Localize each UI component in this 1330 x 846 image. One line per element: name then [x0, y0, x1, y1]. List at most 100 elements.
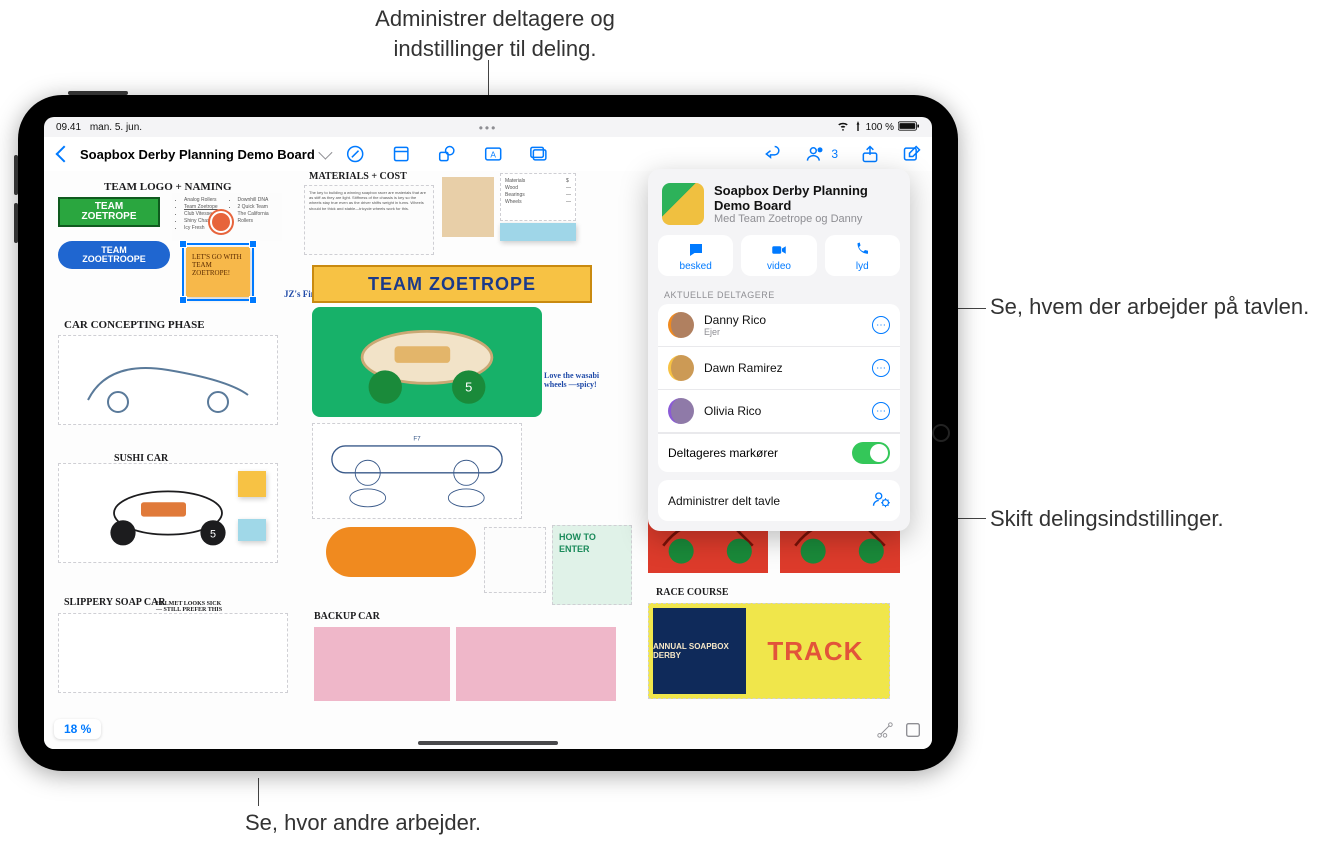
- popover-title: Soapbox Derby Planning Demo Board: [714, 183, 896, 213]
- zoom-indicator[interactable]: 18 %: [54, 719, 101, 739]
- svg-text:5: 5: [210, 528, 216, 540]
- sushi-sticky-yellow[interactable]: [238, 471, 266, 497]
- minimap-button[interactable]: [904, 721, 922, 739]
- participants-list: Danny Rico Ejer ⋯ Dawn Ramirez ⋯ Olivia …: [658, 304, 900, 472]
- cursors-toggle[interactable]: [852, 442, 890, 464]
- media-tool-button[interactable]: [529, 144, 549, 164]
- text-tool-button[interactable]: A: [483, 144, 503, 164]
- participant-name: Dawn Ramirez: [704, 361, 862, 375]
- manage-shared-board-button[interactable]: Administrer delt tavle: [658, 480, 900, 521]
- backup-label: BACKUP CAR: [314, 611, 380, 622]
- home-indicator[interactable]: [418, 741, 558, 745]
- share-button[interactable]: [860, 144, 880, 164]
- concept-sketch-1[interactable]: [58, 335, 278, 425]
- backup-photo-1[interactable]: [314, 627, 450, 701]
- cost-sticky[interactable]: [500, 223, 576, 241]
- more-options-button[interactable]: ⋯: [872, 402, 890, 420]
- callout-right-2: Skift delingsindstillinger.: [990, 504, 1310, 534]
- popover-subtitle: Med Team Zoetrope og Danny: [714, 213, 896, 225]
- participant-cursor-indicator[interactable]: [210, 211, 232, 233]
- status-bar: 09.41 man. 5. jun. ••• 100 %: [44, 117, 932, 137]
- standards-note[interactable]: [484, 527, 546, 593]
- slippery-label: SLIPPERY SOAP CAR: [64, 597, 166, 608]
- manage-label: Administrer delt tavle: [668, 494, 780, 508]
- ipad-screen: 09.41 man. 5. jun. ••• 100 %: [44, 117, 932, 749]
- cursors-label: Deltageres markører: [668, 446, 778, 460]
- team-logo-green[interactable]: TEAMZOETROPE: [58, 197, 160, 227]
- volume-button: [14, 155, 18, 195]
- sticky-note[interactable]: LET'S GO WITH TEAM ZOETROPE!: [186, 247, 250, 297]
- multitask-handle-icon[interactable]: •••: [479, 121, 498, 135]
- svg-text:A: A: [490, 149, 496, 159]
- volume-button: [14, 203, 18, 243]
- soap-sketch[interactable]: [58, 613, 288, 693]
- backup-photo-2[interactable]: [456, 627, 616, 701]
- battery-full-icon: [898, 121, 920, 134]
- connector-tool-button[interactable]: [876, 721, 894, 739]
- collaboration-popover: Soapbox Derby Planning Demo Board Med Te…: [648, 169, 910, 531]
- pen-tool-button[interactable]: [345, 144, 365, 164]
- new-board-button[interactable]: [902, 144, 922, 164]
- svg-text:F7: F7: [413, 436, 421, 443]
- heading-logo-naming: TEAM LOGO + NAMING: [104, 181, 232, 193]
- materials-note[interactable]: The key to building a winning soapbox ra…: [304, 185, 434, 255]
- team-banner[interactable]: TEAM ZOETROPE: [312, 265, 592, 303]
- render-3d[interactable]: 5: [312, 307, 542, 417]
- canvas-mini-tools: [876, 721, 922, 739]
- heading-concept: CAR CONCEPTING PHASE: [64, 319, 205, 331]
- board-thumbnail: [662, 183, 704, 225]
- message-button[interactable]: besked: [658, 235, 733, 276]
- callout-right-1: Se, hvem der arbejder på tavlen.: [990, 292, 1310, 322]
- ipad-frame: 09.41 man. 5. jun. ••• 100 %: [18, 95, 958, 771]
- sticky-tool-button[interactable]: [391, 144, 411, 164]
- audio-button[interactable]: lyd: [825, 235, 900, 276]
- status-time: 09.41: [56, 122, 81, 133]
- collaborator-count: 3: [831, 147, 838, 161]
- avatar: [668, 398, 694, 424]
- power-button: [68, 91, 128, 95]
- shapes-tool-button[interactable]: [437, 144, 457, 164]
- helmet-note: HELMET LOOKS SICK — STILL PREFER THIS: [156, 601, 226, 613]
- participant-name: Danny Rico Ejer: [704, 313, 862, 337]
- participant-row[interactable]: Danny Rico Ejer ⋯: [658, 304, 900, 347]
- person-gear-icon: [872, 490, 890, 511]
- callout-line-top: [488, 60, 489, 95]
- blueprint[interactable]: F7: [312, 423, 522, 519]
- undo-button[interactable]: [763, 144, 783, 164]
- popover-header: Soapbox Derby Planning Demo Board Med Te…: [658, 179, 900, 235]
- scooter-photo[interactable]: [442, 177, 494, 237]
- track-poster[interactable]: ANNUAL SOAPBOX DERBY TRACK: [648, 603, 890, 699]
- how-to-enter[interactable]: HOW TO ENTER: [552, 525, 632, 605]
- participant-row[interactable]: Olivia Rico ⋯: [658, 390, 900, 433]
- callout-bottom: Se, hvor andre arbejder.: [245, 808, 481, 838]
- status-date: man. 5. jun.: [90, 122, 142, 133]
- collaborate-button[interactable]: [805, 144, 825, 164]
- sushi-sticky-blue[interactable]: [238, 519, 266, 541]
- chevron-down-icon: [318, 145, 332, 159]
- participant-cursors-row: Deltageres markører: [658, 433, 900, 472]
- board-title[interactable]: Soapbox Derby Planning Demo Board: [80, 147, 329, 162]
- battery-label: 100 %: [853, 121, 894, 133]
- wifi-icon: [837, 120, 849, 135]
- wheel-note: Love the wasabi wheels —spicy!: [544, 371, 614, 389]
- video-button[interactable]: video: [741, 235, 816, 276]
- kayak-render[interactable]: [326, 527, 476, 577]
- more-options-button[interactable]: ⋯: [872, 359, 890, 377]
- app-toolbar: Soapbox Derby Planning Demo Board A 3: [44, 137, 932, 171]
- back-button[interactable]: [54, 144, 74, 164]
- avatar: [668, 312, 694, 338]
- heading-materials: MATERIALS + COST: [309, 171, 407, 182]
- audio-label: lyd: [856, 261, 869, 272]
- race-label: RACE COURSE: [656, 587, 729, 598]
- participants-section-label: AKTUELLE DELTAGERE: [658, 286, 900, 304]
- svg-text:5: 5: [465, 380, 472, 395]
- chevron-left-icon: [56, 146, 73, 163]
- more-options-button[interactable]: ⋯: [872, 316, 890, 334]
- cost-table[interactable]: Materials$ Wood— Bearings— Wheels—: [500, 173, 576, 221]
- team-logo-blue[interactable]: TEAMZOOETROOPE: [58, 241, 170, 269]
- callout-top: Administrer deltagere og indstillinger t…: [320, 4, 670, 63]
- avatar: [668, 355, 694, 381]
- video-label: video: [767, 261, 791, 272]
- participant-row[interactable]: Dawn Ramirez ⋯: [658, 347, 900, 390]
- participant-name: Olivia Rico: [704, 404, 862, 418]
